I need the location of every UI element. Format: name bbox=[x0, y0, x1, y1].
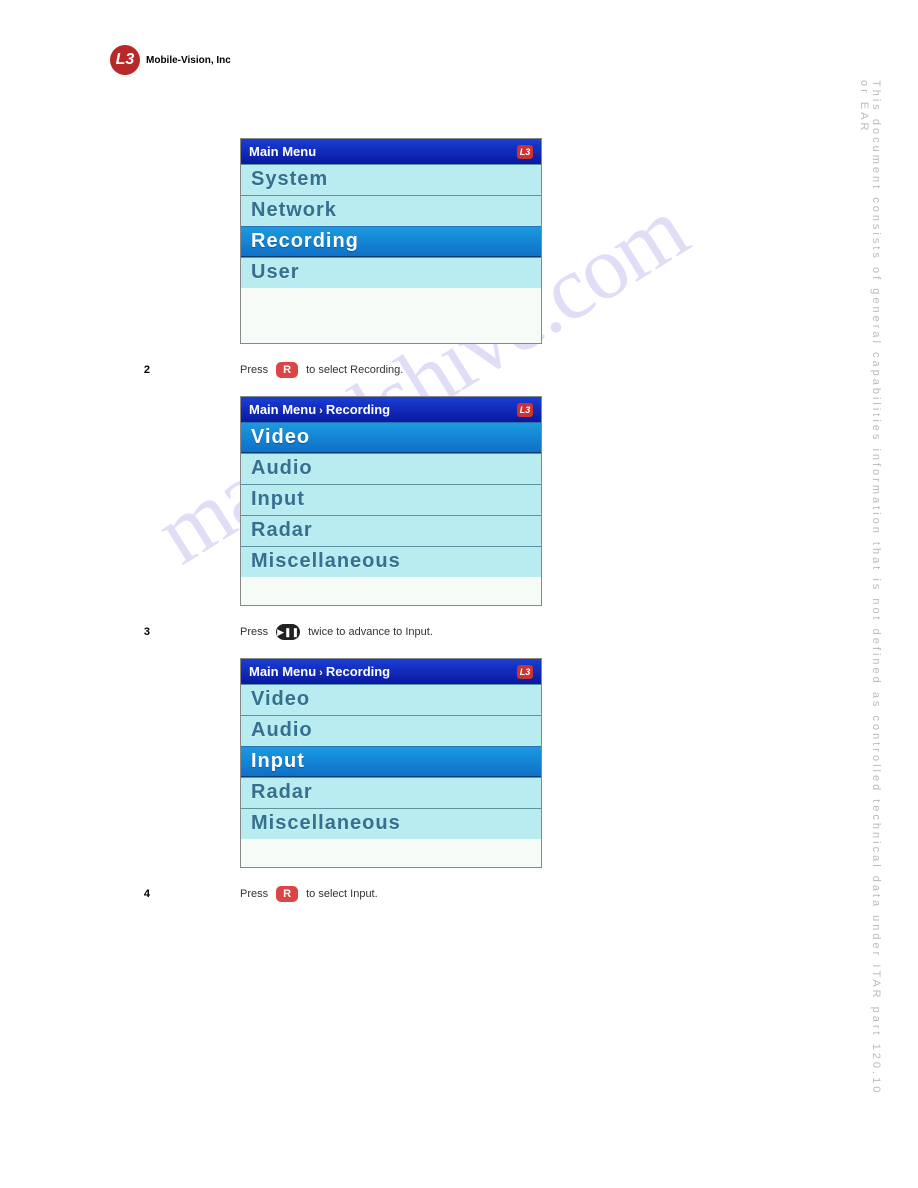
menu-item-network[interactable]: Network bbox=[241, 195, 541, 226]
chevron-right-icon: › bbox=[319, 405, 323, 417]
menu-item-miscellaneous[interactable]: Miscellaneous bbox=[241, 808, 541, 839]
step-prefix: Press bbox=[240, 626, 268, 638]
step-text: to select Input. bbox=[306, 888, 378, 900]
menu-item-audio[interactable]: Audio bbox=[241, 453, 541, 484]
header-logo-icon: L3 bbox=[517, 145, 533, 159]
export-control-notice: This document consists of general capabi… bbox=[858, 80, 882, 1110]
chevron-right-icon: › bbox=[319, 667, 323, 679]
header-logo-icon: L3 bbox=[517, 403, 533, 417]
logo-mark: L3 bbox=[110, 45, 140, 75]
screen-breadcrumb: Main Menu›Recording bbox=[249, 402, 390, 417]
step-number: 3 bbox=[120, 626, 150, 638]
logo-company: Mobile-Vision, Inc bbox=[146, 55, 231, 66]
screen-breadcrumb: Main Menu›Recording bbox=[249, 664, 390, 679]
step-text: to select Recording. bbox=[306, 364, 403, 376]
screen-header: Main Menu L3 bbox=[241, 139, 541, 164]
instruction-column: Main Menu L3 System Network Recording Us… bbox=[240, 138, 540, 920]
step-prefix: Press bbox=[240, 364, 268, 376]
screen-empty-area bbox=[241, 839, 541, 867]
step-4: 4 Press R to select Input. bbox=[240, 886, 540, 902]
menu-item-video[interactable]: Video bbox=[241, 422, 541, 453]
screen-header: Main Menu›Recording L3 bbox=[241, 397, 541, 422]
screen-empty-area bbox=[241, 288, 541, 343]
step-number: 2 bbox=[120, 364, 150, 376]
step-3: 3 Press ▶❚❚ twice to advance to Input. bbox=[240, 624, 540, 640]
header-logo-icon: L3 bbox=[517, 665, 533, 679]
menu-item-input[interactable]: Input bbox=[241, 746, 541, 777]
brand-logo: L3 Mobile-Vision, Inc bbox=[110, 45, 231, 75]
screen-empty-area bbox=[241, 577, 541, 605]
menu-item-system[interactable]: System bbox=[241, 164, 541, 195]
menu-item-user[interactable]: User bbox=[241, 257, 541, 288]
menu-item-video[interactable]: Video bbox=[241, 684, 541, 715]
screen-main-menu: Main Menu L3 System Network Recording Us… bbox=[240, 138, 542, 344]
screen-title: Main Menu bbox=[249, 144, 316, 159]
screen-header: Main Menu›Recording L3 bbox=[241, 659, 541, 684]
screen-recording-menu-1: Main Menu›Recording L3 Video Audio Input… bbox=[240, 396, 542, 606]
r-button-icon: R bbox=[276, 886, 298, 902]
step-2: 2 Press R to select Recording. bbox=[240, 362, 540, 378]
r-button-icon: R bbox=[276, 362, 298, 378]
menu-item-radar[interactable]: Radar bbox=[241, 515, 541, 546]
play-pause-button-icon: ▶❚❚ bbox=[276, 624, 300, 640]
menu-item-audio[interactable]: Audio bbox=[241, 715, 541, 746]
step-text: twice to advance to Input. bbox=[308, 626, 433, 638]
menu-item-recording[interactable]: Recording bbox=[241, 226, 541, 257]
screen-recording-menu-2: Main Menu›Recording L3 Video Audio Input… bbox=[240, 658, 542, 868]
menu-item-input[interactable]: Input bbox=[241, 484, 541, 515]
step-prefix: Press bbox=[240, 888, 268, 900]
menu-item-miscellaneous[interactable]: Miscellaneous bbox=[241, 546, 541, 577]
step-number: 4 bbox=[120, 888, 150, 900]
menu-item-radar[interactable]: Radar bbox=[241, 777, 541, 808]
